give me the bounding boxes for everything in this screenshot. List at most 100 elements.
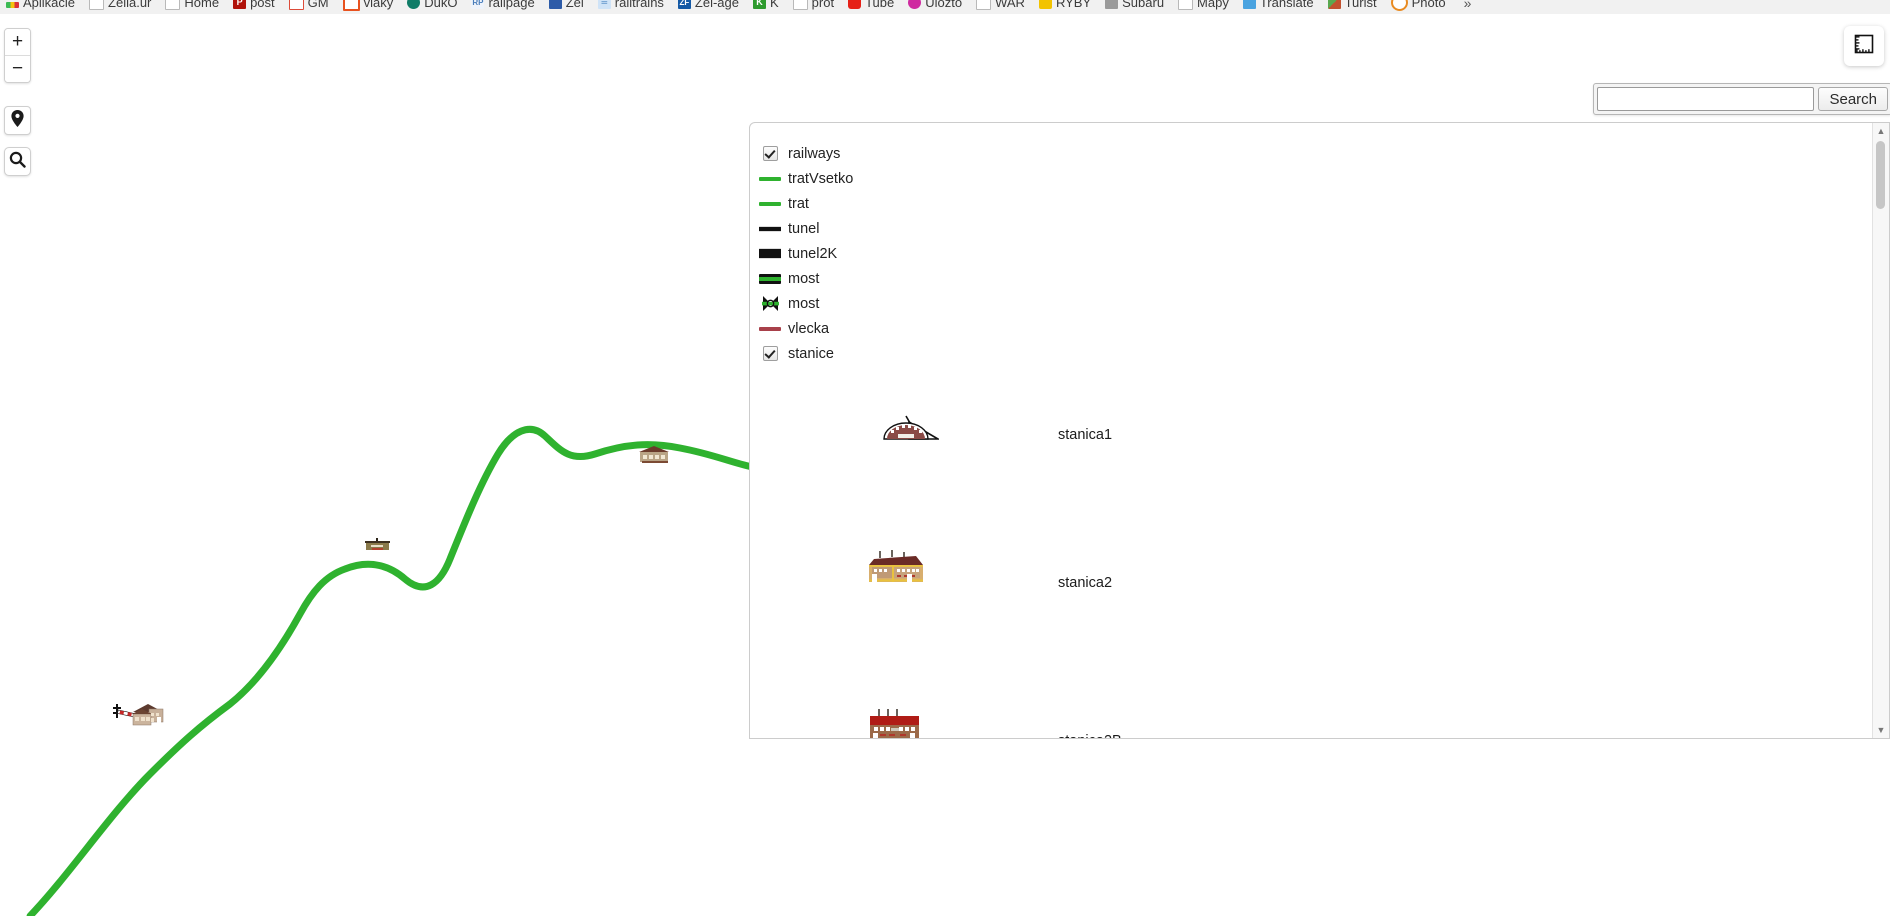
bookmark-mapy[interactable]: Mapy xyxy=(1178,0,1229,10)
layer-item-trat[interactable]: trat xyxy=(758,191,1178,216)
bookmark-ryby[interactable]: RYBY xyxy=(1038,0,1092,10)
bookmark-label: Zel xyxy=(565,0,584,10)
bookmark-duko[interactable]: DukO xyxy=(407,0,457,10)
bookmark-label: RYBY xyxy=(1055,0,1092,10)
magnifier-icon xyxy=(9,151,26,173)
layer-item-label: most xyxy=(788,270,820,287)
layer-item-vlecka[interactable]: vlecka xyxy=(758,316,1178,341)
map-search-button[interactable] xyxy=(4,147,31,176)
bookmark-label: Mapy xyxy=(1197,0,1229,10)
bookmark-photo[interactable]: Photo xyxy=(1390,0,1446,11)
station-marker-3[interactable] xyxy=(638,445,670,465)
map-canvas[interactable]: + − Search railways tratVsetko trat tune… xyxy=(0,14,1890,916)
legend-scroll-thumb[interactable] xyxy=(1876,141,1885,209)
legend-feature-label: stanica2B xyxy=(1058,733,1122,738)
legend-feature-label: stanica1 xyxy=(1058,427,1113,443)
zoom-control[interactable]: + − xyxy=(4,28,31,83)
bookmark-zelia-ur[interactable]: Zelia.ur xyxy=(89,0,151,10)
train-icon xyxy=(548,0,562,9)
line-green-icon xyxy=(759,176,781,181)
bookmark-ulozto[interactable]: Ulozto xyxy=(908,0,962,10)
layer-checkbox[interactable] xyxy=(758,146,782,161)
layer-item-label: vlecka xyxy=(788,320,830,337)
map-icon xyxy=(1327,0,1341,9)
bookmark-tube[interactable]: Tube xyxy=(848,0,894,10)
bookmark-label: vlaky xyxy=(363,0,394,10)
scroll-up-arrow[interactable]: ▲ xyxy=(1873,123,1889,139)
station-redroof-icon[interactable] xyxy=(867,709,922,738)
map-pin-icon xyxy=(11,109,24,132)
bookmark-war[interactable]: WAR xyxy=(976,0,1025,10)
layer-item-tunel[interactable]: tunel xyxy=(758,216,1178,241)
bookmark-aplik-cie[interactable]: Aplikácie xyxy=(6,0,75,10)
kf-icon: RP xyxy=(471,0,485,9)
layer-item-label: stanice xyxy=(788,345,834,362)
apps-grid-icon xyxy=(6,1,19,8)
leaf-icon xyxy=(407,0,421,9)
station-building-icon[interactable] xyxy=(866,549,928,587)
calendar-icon xyxy=(342,0,360,11)
railway-line xyxy=(26,425,756,916)
bookmark-label: Turist xyxy=(1344,0,1377,10)
layer-item-stanice[interactable]: stanice xyxy=(758,341,1178,366)
line-black-thick-icon xyxy=(759,248,781,259)
k-icon: K xyxy=(753,0,766,9)
bookmark-label: DukO xyxy=(424,0,458,10)
gmail-icon xyxy=(288,0,304,10)
translate-icon xyxy=(1242,0,1256,9)
layer-item-tratvsetko[interactable]: tratVsetko xyxy=(758,166,1178,191)
browser-bookmarks-bar: Aplikácie Zelia.ur Home Ppost GM vlaky DukO RP r… xyxy=(0,0,1890,15)
checkbox-checked-icon[interactable] xyxy=(762,146,778,161)
measure-tool-button[interactable] xyxy=(1844,26,1884,66)
layer-item-label: tunel xyxy=(788,220,820,237)
bookmark-subaru[interactable]: Subaru xyxy=(1105,0,1164,10)
bookmark-railpage[interactable]: RP railpage xyxy=(471,0,535,10)
bookmark-label: Zelia.ur xyxy=(108,0,152,10)
bookmark-prot[interactable]: prot xyxy=(792,0,834,10)
station-marker-2[interactable] xyxy=(364,538,391,552)
search-input[interactable] xyxy=(1597,87,1815,111)
bookmark-label: Tube xyxy=(865,0,895,10)
bookmark-post[interactable]: Ppost xyxy=(233,0,275,10)
station-marker-1[interactable] xyxy=(130,703,166,729)
layer-item-most[interactable]: most xyxy=(758,266,1178,291)
layer-item-label: tunel2K xyxy=(788,245,838,262)
bookmark-label: K xyxy=(770,0,779,10)
station-depot-icon[interactable] xyxy=(881,413,939,443)
layer-checkbox[interactable] xyxy=(758,346,782,361)
bookmarks-overflow-icon[interactable]: » xyxy=(1464,0,1472,11)
bookmark-home[interactable]: Home xyxy=(165,0,219,10)
bridge-point-symbol-icon xyxy=(758,295,782,312)
layer-item-most[interactable]: most xyxy=(758,291,1178,316)
scroll-down-arrow[interactable]: ▼ xyxy=(1873,722,1889,738)
bookmark-zel-age[interactable]: ZF Zel-age xyxy=(677,0,739,10)
line-black-thin-icon xyxy=(759,225,781,232)
bookmark-turist[interactable]: Turist xyxy=(1327,0,1377,10)
bookmark-label: WAR xyxy=(995,0,1025,10)
bookmark-railtrains[interactable]: ═ railtrains xyxy=(597,0,664,10)
layer-item-tunel2k[interactable]: tunel2K xyxy=(758,241,1178,266)
blank-page-icon xyxy=(976,0,992,10)
zoom-in-button[interactable]: + xyxy=(5,29,30,56)
car-icon xyxy=(1105,0,1119,9)
search-button[interactable]: Search xyxy=(1818,87,1888,111)
search-bar[interactable]: Search xyxy=(1593,83,1890,115)
checkbox-checked-icon[interactable] xyxy=(762,346,778,361)
photos-icon xyxy=(1390,0,1408,11)
bookmark-gm[interactable]: GM xyxy=(288,0,329,10)
blank-page-icon xyxy=(792,0,808,10)
measure-ruler-icon xyxy=(1853,33,1875,60)
bookmark-label: GM xyxy=(307,0,329,10)
bookmark-vlaky[interactable]: vlaky xyxy=(342,0,394,11)
bookmark-translate[interactable]: Translate xyxy=(1242,0,1314,10)
bookmark-k[interactable]: KK xyxy=(753,0,779,10)
zoom-out-button[interactable]: − xyxy=(5,56,30,82)
legend-scrollbar[interactable]: ▲ ▼ xyxy=(1872,123,1889,738)
line-green-icon xyxy=(759,201,781,206)
bookmark-zel[interactable]: Zel xyxy=(548,0,584,10)
layer-item-railways[interactable]: railways xyxy=(758,141,1178,166)
bookmark-label: Home xyxy=(184,0,220,10)
layer-list[interactable]: railways tratVsetko trat tunel tunel2K most mo… xyxy=(758,141,1178,366)
locate-button[interactable] xyxy=(4,106,31,135)
layer-item-label: railways xyxy=(788,145,841,162)
